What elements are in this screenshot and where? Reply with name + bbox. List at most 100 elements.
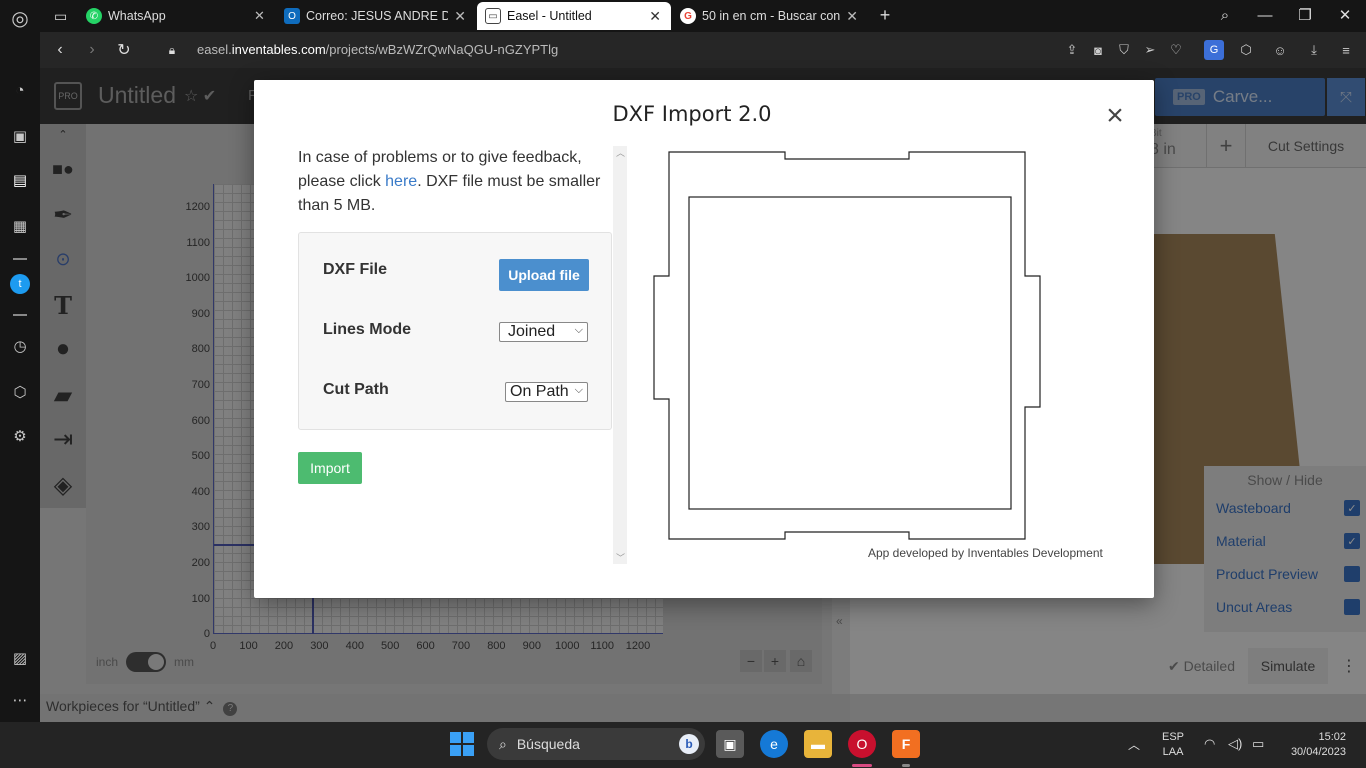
outer-outline-shape (653, 151, 1041, 540)
language-indicator[interactable]: ESP LAA (1162, 730, 1184, 760)
cut-path-label: Cut Path (323, 381, 389, 398)
settings-gear-icon[interactable]: ⚙ (8, 424, 32, 448)
tab-whatsapp[interactable]: ✆ WhatsApp (78, 2, 270, 30)
close-tab-icon[interactable]: ✕ (454, 8, 466, 25)
sidebar-divider (13, 314, 27, 316)
close-icon[interactable]: × (1103, 101, 1127, 131)
google-icon: G (680, 8, 696, 24)
tab-bar: ▭ ✆ WhatsApp ✕ O Correo: JESUS ANDRE DE … (40, 0, 1366, 32)
scroll-down-icon[interactable]: ﹀ (616, 551, 625, 564)
whatsapp-icon: ✆ (86, 8, 102, 24)
easel-icon: ▭ (485, 8, 501, 24)
file-explorer-icon[interactable]: ▬ (804, 730, 832, 758)
new-tab-button[interactable]: + (872, 4, 898, 26)
bing-icon[interactable]: b (679, 734, 699, 754)
tab-title: Correo: JESUS ANDRE DE L (306, 9, 449, 23)
profile-icon[interactable]: ☺ (1270, 40, 1290, 60)
fusion-360-icon[interactable]: F (892, 730, 920, 758)
lock-icon: 🔒︎ (168, 42, 176, 57)
lines-mode-label: Lines Mode (323, 321, 412, 338)
shopping-bag-icon[interactable]: ▣ (8, 124, 32, 148)
lines-mode-select[interactable]: Joined ⌵ (499, 322, 588, 342)
forward-icon[interactable]: › (80, 38, 104, 62)
restore-icon[interactable]: ❐ (1292, 4, 1318, 26)
chevron-down-icon: ⌵ (574, 324, 583, 336)
chevron-down-icon: ⌵ (574, 384, 583, 396)
minimize-icon[interactable]: — (1252, 4, 1278, 26)
import-button[interactable]: Import (298, 452, 362, 484)
url-path: /projects/wBzWZrQwNaQGU-nGZYPTlg (325, 42, 559, 57)
workspaces-icon[interactable]: ▭ (46, 2, 76, 30)
camera-icon[interactable]: ◙ (1088, 40, 1108, 60)
close-tab-icon[interactable]: ✕ (254, 8, 265, 24)
box-icon[interactable]: ⬡ (1236, 40, 1256, 60)
back-icon[interactable]: ‹ (48, 38, 72, 62)
clock[interactable]: 15:02 30/04/2023 (1282, 730, 1346, 760)
share-icon[interactable]: ⇪ (1062, 40, 1082, 60)
extension-icon[interactable]: ▦ (8, 214, 32, 238)
upload-file-button[interactable]: Upload file (499, 259, 589, 291)
history-icon[interactable]: ◷ (8, 334, 32, 358)
outlook-icon: O (284, 8, 300, 24)
opera-active-indicator (852, 764, 872, 767)
address-bar: ‹ › ↻ 🔒︎ easel.inventables.com/projects/… (40, 32, 1366, 68)
tab-search-icon[interactable]: ⌕ (1212, 4, 1238, 26)
translate-icon[interactable]: G (1204, 40, 1224, 60)
lang-line1: ESP (1162, 731, 1185, 743)
snapshot-icon[interactable]: ▨ (8, 646, 32, 670)
volume-icon[interactable]: ◁) (1228, 736, 1242, 752)
twitch-icon[interactable]: ▤ (8, 168, 32, 192)
task-view-icon[interactable]: ▣ (716, 730, 744, 758)
windows-taskbar: ⌕ Búsqueda b ▣ e ▬ O F ︿ ESP LAA ◠ ◁) ▭ 1… (0, 722, 1366, 768)
tab-title: 50 in en cm - Buscar con G (702, 9, 841, 23)
wifi-icon[interactable]: ◠ (1204, 736, 1215, 752)
download-icon[interactable]: ⤓ (1304, 40, 1324, 60)
tray-chevron-icon[interactable]: ︿ (1128, 736, 1140, 753)
opera-menu-icon[interactable]: ◎ (8, 6, 32, 30)
sidebar-divider (13, 258, 27, 260)
shield-icon[interactable]: ⛉ (1114, 40, 1134, 60)
tab-title: Easel - Untitled (507, 9, 592, 23)
search-icon: ⌕ (499, 735, 507, 752)
feedback-link[interactable]: here (385, 173, 417, 190)
inner-outline-shape (688, 196, 1012, 510)
url-domain: inventables.com (231, 42, 326, 57)
battery-icon[interactable]: ▭ (1252, 736, 1264, 752)
menu-icon[interactable]: ≡ (1336, 40, 1356, 60)
edge-icon[interactable]: e (760, 730, 788, 758)
dialog-title: DXF Import 2.0 (612, 102, 772, 126)
search-placeholder: Búsqueda (516, 736, 580, 752)
reload-icon[interactable]: ↻ (112, 38, 136, 62)
clock-time: 15:02 (1318, 731, 1346, 743)
heart-icon[interactable]: ♡ (1166, 40, 1186, 60)
close-tab-icon[interactable]: ✕ (649, 8, 661, 25)
clock-date: 30/04/2023 (1290, 746, 1346, 758)
lang-line2: LAA (1162, 746, 1184, 758)
tab-outlook[interactable]: O Correo: JESUS ANDRE DE L ✕ (276, 2, 476, 30)
close-tab-icon[interactable]: ✕ (846, 8, 858, 25)
cut-path-select[interactable]: On Path ⌵ (505, 382, 588, 402)
tab-google[interactable]: G 50 in en cm - Buscar con G ✕ (672, 2, 868, 30)
app-credit: App developed by Inventables Development (868, 546, 1103, 560)
dialog-scrollbar[interactable]: ︿ ﹀ (613, 146, 627, 564)
opera-icon[interactable]: O (848, 730, 876, 758)
dxf-import-dialog: DXF Import 2.0 × In case of problems or … (254, 80, 1154, 598)
form-panel: DXF File Upload file Lines Mode Joined ⌵… (298, 232, 612, 430)
cube-icon[interactable]: ⬡ (8, 380, 32, 404)
scroll-up-icon[interactable]: ︿ (616, 146, 625, 159)
url-prefix: easel. (197, 42, 232, 57)
more-dots-icon[interactable]: ⋯ (8, 688, 32, 712)
windows-start-icon[interactable] (450, 732, 474, 756)
twitter-icon[interactable]: t (10, 274, 30, 294)
taskbar-search[interactable]: ⌕ Búsqueda b (487, 728, 705, 760)
fusion-indicator (902, 764, 910, 767)
dxf-preview (653, 151, 1041, 540)
url-field[interactable]: easel.inventables.com/projects/wBzWZrQwN… (197, 42, 558, 57)
dxf-file-label: DXF File (323, 261, 388, 278)
close-window-icon[interactable]: ✕ (1332, 4, 1358, 26)
tab-title: WhatsApp (108, 9, 166, 23)
tab-easel[interactable]: ▭ Easel - Untitled ✕ (477, 2, 671, 30)
intro-text: In case of problems or to give feedback,… (298, 146, 610, 218)
send-icon[interactable]: ➢ (1140, 40, 1160, 60)
speed-dial-icon[interactable]: ◔ (8, 78, 32, 102)
